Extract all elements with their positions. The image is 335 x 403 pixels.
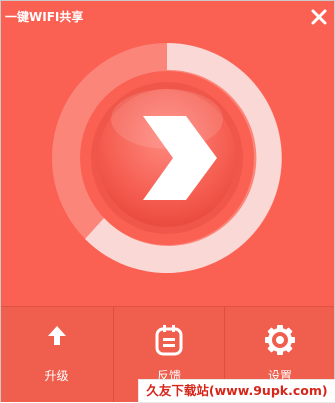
chevron-right-icon: [143, 116, 217, 200]
upgrade-label: 升级: [44, 369, 69, 383]
start-share-button[interactable]: [93, 89, 233, 229]
upgrade-button[interactable]: 升级: [1, 307, 112, 402]
clipboard-icon: [155, 325, 183, 356]
arrow-up-icon: [47, 326, 66, 345]
app-window: 一键WIFI共享 升级 反馈 设置 久友下载站(www.9upk.com): [0, 0, 335, 403]
gear-icon: [265, 325, 295, 355]
site-watermark: 久友下载站(www.9upk.com): [138, 379, 335, 403]
